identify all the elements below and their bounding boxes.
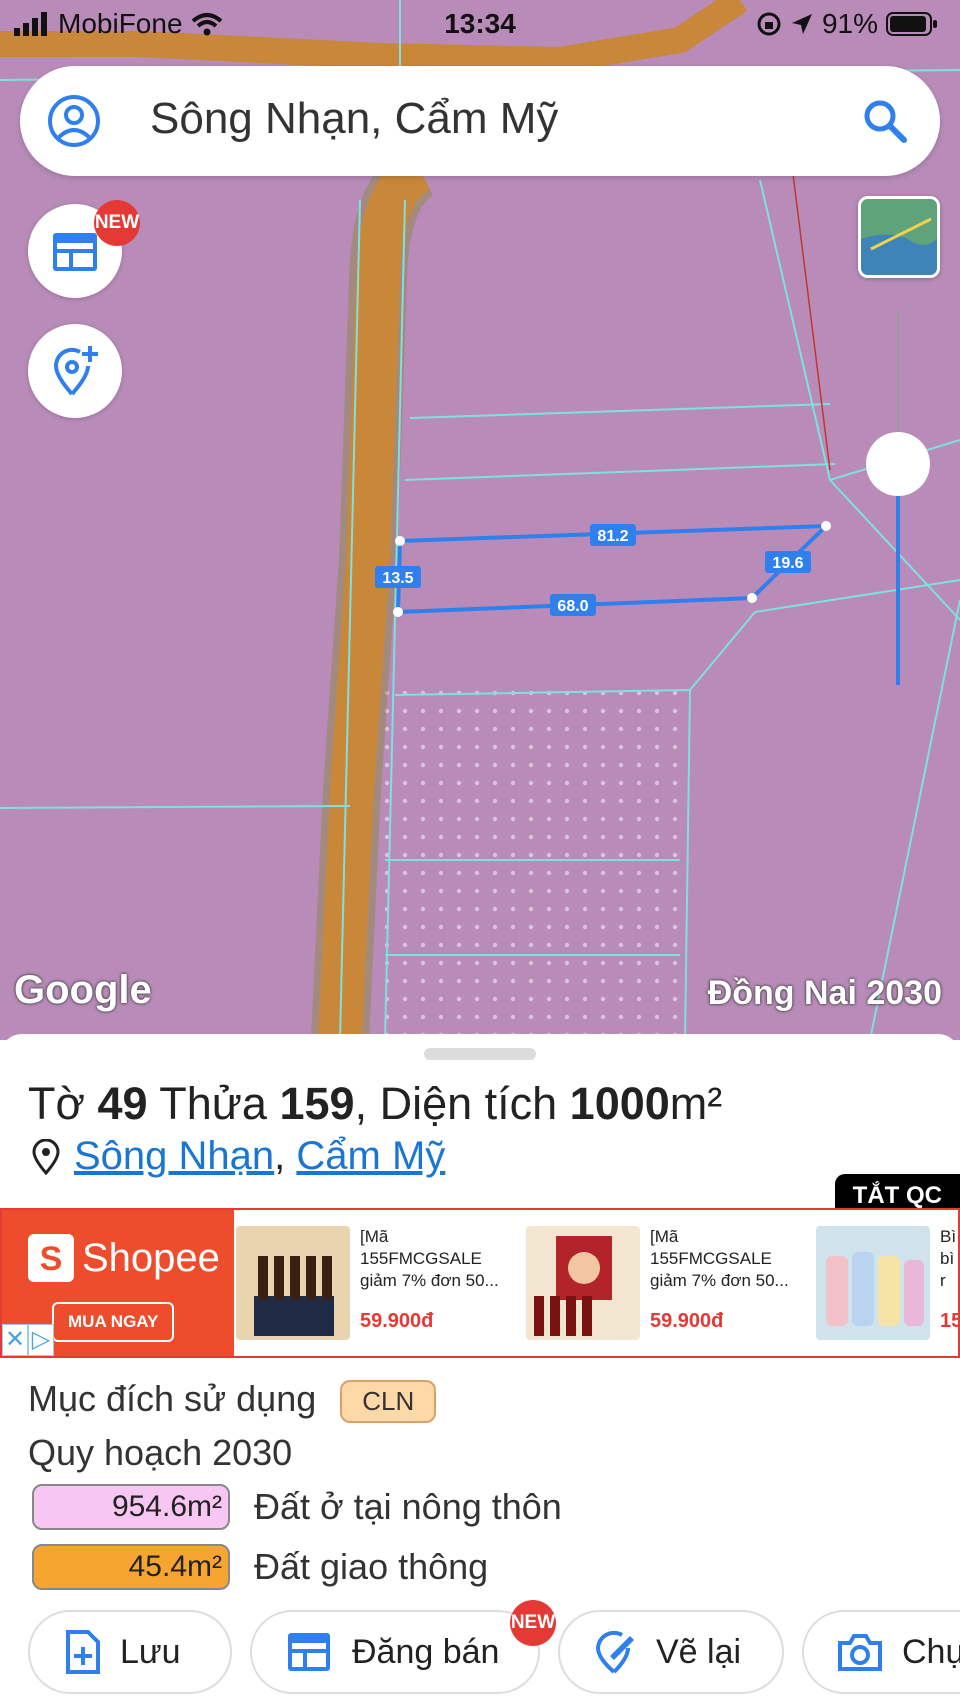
plan-item-label: Đất giao thông bbox=[254, 1546, 489, 1587]
product-image bbox=[236, 1226, 350, 1340]
product-name: [Mã 155FMCGSALE giảm 7% đơn 50... bbox=[650, 1227, 789, 1290]
ad-product-card[interactable]: Bì bì 2 r 15 bbox=[816, 1210, 958, 1356]
status-bar: MobiFone 13:34 91% bbox=[0, 0, 960, 50]
plan-area-swatch: 45.4m² bbox=[32, 1544, 230, 1590]
plot-number: 159 bbox=[279, 1078, 355, 1129]
sheet-grabber[interactable] bbox=[424, 1048, 536, 1060]
plantation-area bbox=[380, 690, 680, 1040]
product-image bbox=[816, 1226, 930, 1340]
redraw-button[interactable]: Vẽ lại bbox=[558, 1610, 784, 1694]
purpose-code-chip: CLN bbox=[340, 1379, 437, 1423]
calendar-icon bbox=[53, 233, 97, 271]
redraw-label: Vẽ lại bbox=[656, 1632, 742, 1671]
district-link[interactable]: Cẩm Mỹ bbox=[296, 1134, 445, 1178]
area-label: , Diện tích bbox=[354, 1078, 558, 1129]
commune-link[interactable]: Sông Nhạn bbox=[74, 1134, 274, 1178]
add-location-icon bbox=[53, 346, 98, 396]
location-arrow-icon bbox=[791, 14, 812, 34]
buy-now-button[interactable]: MUA NGAY bbox=[52, 1302, 175, 1342]
list-for-sale-button[interactable]: Đăng bán bbox=[250, 1610, 540, 1694]
slider-handle[interactable] bbox=[866, 432, 930, 496]
camera-icon bbox=[838, 1634, 882, 1671]
purpose-label: Mục đích sử dụng bbox=[28, 1378, 317, 1419]
shopee-brand-name: Shopee bbox=[82, 1235, 220, 1280]
account-icon[interactable] bbox=[46, 93, 102, 149]
location-row: Sông Nhạn, Cẩm Mỹ bbox=[32, 1134, 445, 1179]
product-image bbox=[526, 1226, 640, 1340]
search-input[interactable]: Sông Nhạn, Cẩm Mỹ bbox=[150, 94, 558, 144]
map-layer-toggle[interactable] bbox=[858, 196, 940, 278]
new-badge: NEW bbox=[510, 1600, 556, 1646]
area-unit: m² bbox=[669, 1078, 723, 1129]
plan-area-swatch: 954.6m² bbox=[32, 1484, 230, 1530]
product-price: 59.900đ bbox=[650, 1310, 724, 1332]
search-bar[interactable]: Sông Nhạn, Cẩm Mỹ bbox=[20, 66, 940, 176]
product-price: 59.900đ bbox=[360, 1310, 434, 1332]
plan-item-label: Đất ở tại nông thôn bbox=[254, 1486, 562, 1527]
area-value: 1000 bbox=[569, 1078, 670, 1129]
calendar-icon bbox=[288, 1633, 330, 1671]
product-name: Bì bì 2 r bbox=[940, 1227, 958, 1290]
save-label: Lưu bbox=[120, 1632, 181, 1671]
map-layer-label: Đồng Nai 2030 bbox=[707, 974, 942, 1012]
edge-label-top: 81.2 bbox=[597, 528, 628, 545]
search-icon[interactable] bbox=[860, 96, 910, 146]
add-document-icon bbox=[66, 1630, 100, 1674]
save-button[interactable]: Lưu bbox=[28, 1610, 232, 1694]
edge-label-left: 13.5 bbox=[382, 570, 413, 587]
sheet-label: Tờ bbox=[28, 1078, 85, 1129]
plan-label: Quy hoạch 2030 bbox=[28, 1432, 293, 1473]
battery-icon bbox=[886, 12, 937, 36]
new-badge: NEW bbox=[94, 200, 140, 246]
plot-label: Thửa bbox=[159, 1078, 267, 1129]
ad-choices[interactable]: ✕ ▷ bbox=[2, 1324, 54, 1356]
location-pin-icon bbox=[32, 1138, 60, 1175]
map-view[interactable]: 81.2 19.6 68.0 13.5 MobiFone 13:34 91% S… bbox=[0, 0, 960, 1040]
edge-label-right: 19.6 bbox=[772, 555, 803, 572]
satellite-thumbnail bbox=[861, 199, 937, 275]
plan-item: 45.4m² Đất giao thông bbox=[32, 1544, 488, 1590]
location-separator: , bbox=[274, 1134, 286, 1178]
google-logo: Google bbox=[14, 968, 152, 1012]
add-place-button[interactable] bbox=[28, 324, 122, 418]
ad-product-card[interactable]: [Mã 155FMCGSALE giảm 7% đơn 50... 59.900… bbox=[526, 1210, 816, 1356]
rotation-lock-icon bbox=[757, 12, 781, 36]
product-price: 15 bbox=[940, 1310, 958, 1332]
photo-button[interactable]: Chụ bbox=[802, 1610, 960, 1694]
edge-label-bottom: 68.0 bbox=[557, 598, 588, 615]
battery-percent: 91% bbox=[821, 8, 878, 39]
product-name: [Mã 155FMCGSALE giảm 7% đơn 50... bbox=[360, 1227, 499, 1290]
draw-shape-icon bbox=[595, 1630, 634, 1674]
land-use-purpose: Mục đích sử dụng CLN bbox=[28, 1378, 437, 1423]
list-for-sale-label: Đăng bán bbox=[352, 1632, 500, 1671]
sheet-number: 49 bbox=[97, 1078, 148, 1129]
ad-choices-icon[interactable]: ▷ bbox=[28, 1324, 54, 1356]
parcel-title: Tờ 49 Thửa 159, Diện tích 1000m² bbox=[28, 1078, 722, 1130]
ad-banner[interactable]: S Shopee MUA NGAY ✕ ▷ [Mã 155FMCGSALE gi… bbox=[0, 1208, 960, 1358]
parcel-info-sheet[interactable]: Tờ 49 Thửa 159, Diện tích 1000m² Sông Nh… bbox=[0, 1034, 960, 1707]
photo-label: Chụ bbox=[902, 1632, 960, 1671]
ad-product-card[interactable]: [Mã 155FMCGSALE giảm 7% đơn 50... 59.900… bbox=[236, 1210, 526, 1356]
plan-item: 954.6m² Đất ở tại nông thôn bbox=[32, 1484, 562, 1530]
shopee-bag-icon: S bbox=[28, 1234, 74, 1282]
close-ad-icon[interactable]: ✕ bbox=[2, 1324, 28, 1356]
